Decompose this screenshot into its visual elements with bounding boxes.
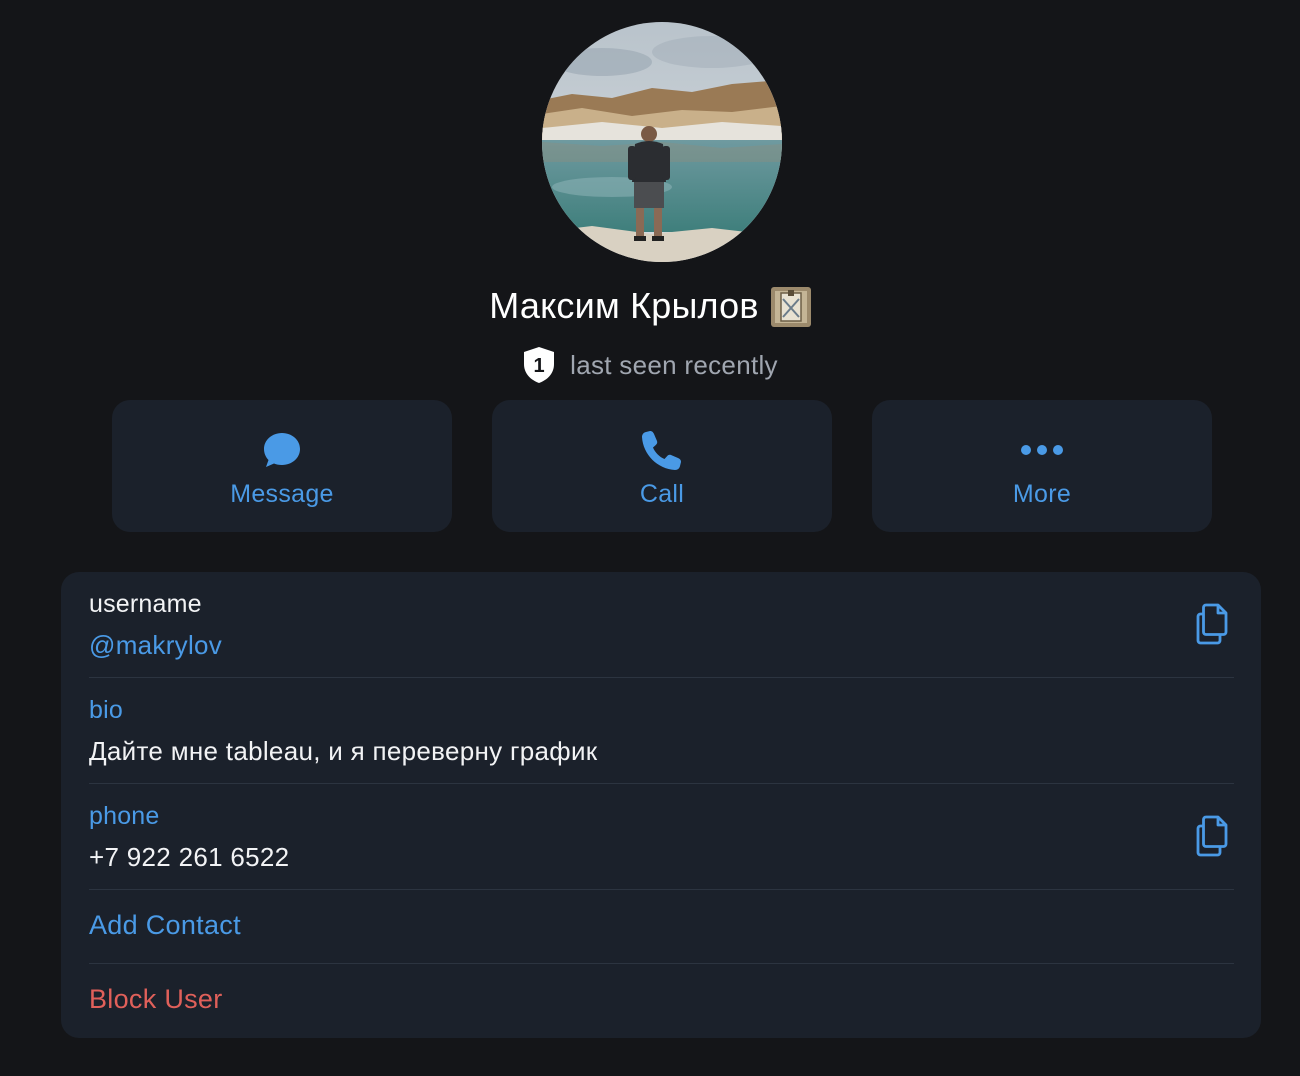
- more-button[interactable]: More: [872, 400, 1212, 532]
- username-row[interactable]: username @makrylov: [89, 588, 1234, 678]
- message-bubble-icon: [262, 428, 302, 472]
- bio-row[interactable]: bio Дайте мне tableau, и я переверну гра…: [89, 694, 1234, 784]
- add-contact-button[interactable]: Add Contact: [89, 910, 241, 941]
- phone-value[interactable]: +7 922 261 6522: [89, 842, 289, 873]
- block-user-button[interactable]: Block User: [89, 984, 223, 1015]
- copy-icon: [1196, 815, 1228, 857]
- name-row: Максим Крылов: [0, 282, 1300, 330]
- emoji-status-icon[interactable]: [770, 287, 811, 327]
- divider: [89, 677, 1234, 678]
- more-dots-icon: [1020, 428, 1064, 472]
- phone-label: phone: [89, 802, 160, 830]
- copy-phone-button[interactable]: [1190, 812, 1234, 860]
- phone-icon: [640, 428, 684, 472]
- username-label: username: [89, 590, 202, 618]
- divider: [89, 783, 1234, 784]
- call-label: Call: [639, 480, 685, 508]
- shield-badge-icon[interactable]: 1: [522, 346, 556, 384]
- status-row: 1 last seen recently: [0, 343, 1300, 387]
- bio-value[interactable]: Дайте мне tableau, и я переверну график: [89, 736, 597, 767]
- avatar[interactable]: [542, 22, 782, 262]
- add-contact-row[interactable]: Add Contact: [89, 890, 1234, 962]
- username-value[interactable]: @makrylov: [89, 630, 222, 661]
- message-label: Message: [230, 480, 334, 508]
- profile-name: Максим Крылов: [489, 285, 759, 326]
- last-seen-status: last seen recently: [570, 349, 778, 380]
- info-card: username @makrylov bio Дайте мне tableau…: [61, 572, 1261, 1038]
- badge-number: 1: [534, 355, 545, 377]
- copy-icon: [1196, 603, 1228, 645]
- block-user-row[interactable]: Block User: [89, 964, 1234, 1036]
- bio-label: bio: [89, 696, 123, 724]
- avatar-photo: [542, 22, 782, 262]
- more-label: More: [1012, 480, 1072, 508]
- call-button[interactable]: Call: [492, 400, 832, 532]
- profile-page: Максим Крылов 1 last seen recently Messa…: [0, 0, 1300, 1076]
- phone-row[interactable]: phone +7 922 261 6522: [89, 800, 1234, 890]
- message-button[interactable]: Message: [112, 400, 452, 532]
- copy-username-button[interactable]: [1190, 600, 1234, 648]
